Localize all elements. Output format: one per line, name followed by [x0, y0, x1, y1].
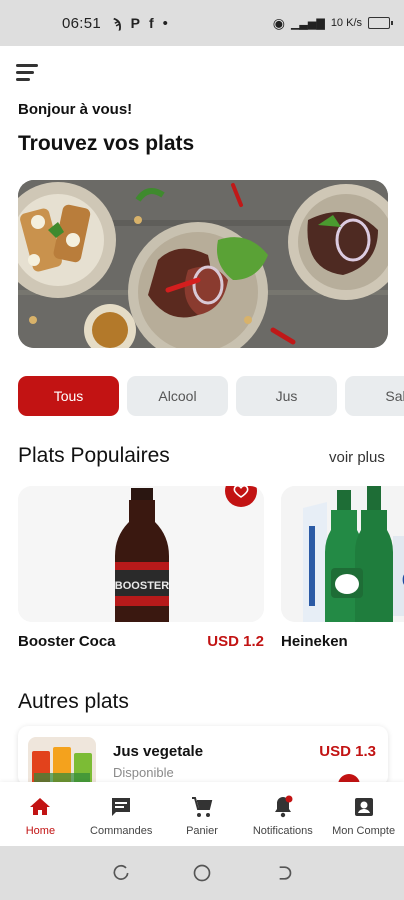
product-card-heineken[interactable]: 6 — [281, 486, 404, 622]
list-item-jus-vegetale[interactable]: Jus vegetale Disponible USD 1.3 — [18, 726, 388, 786]
nav-mon-compte-label: Mon Compte — [332, 825, 396, 837]
product-price-booster: USD 1.2 — [207, 633, 264, 650]
popular-section-title: Plats Populaires — [18, 444, 170, 467]
product-name-booster: Booster Coca — [18, 633, 116, 650]
home-circle-icon[interactable] — [192, 863, 212, 883]
food-banner-illustration — [18, 180, 388, 348]
cart-icon — [191, 797, 213, 817]
list-item-name: Jus vegetale — [113, 743, 204, 760]
product-card-booster[interactable]: BOOSTER — [18, 486, 264, 622]
bolt-icon: ϡ — [113, 15, 122, 31]
nav-notifications-label: Notifications — [252, 825, 313, 837]
battery-icon — [368, 17, 393, 29]
back-icon[interactable] — [273, 863, 293, 883]
jus-vegetale-image — [28, 737, 96, 786]
menu-icon — [16, 64, 38, 67]
system-navigation-bar — [0, 846, 404, 900]
list-item-price: USD 1.3 — [319, 743, 376, 760]
nav-panier-label: Panier — [186, 825, 218, 837]
status-right: ◉ ▁▃▅▇ 10 K/s — [272, 14, 393, 32]
status-bar: 06:51 ϡ P f • ◉ ▁▃▅▇ 10 K/s — [0, 0, 404, 46]
see-more-link[interactable]: voir plus — [329, 449, 385, 466]
heart-icon — [233, 486, 249, 498]
nav-panier[interactable]: Panier — [162, 782, 243, 846]
hotspot-icon: ◉ — [272, 14, 285, 31]
facebook-icon: f — [148, 15, 154, 31]
page-title: Trouvez vos plats — [18, 132, 195, 155]
nav-home-label: Home — [25, 825, 56, 837]
signal-icon: ▁▃▅▇ — [290, 17, 325, 30]
availability-status: Disponible — [113, 765, 174, 780]
category-chip-alcool[interactable]: Alcool — [127, 376, 228, 416]
greeting: Bonjour à vous! — [18, 101, 133, 118]
promo-banner-image[interactable] — [18, 180, 388, 348]
menu-button[interactable] — [16, 64, 40, 82]
nav-notifications[interactable]: Notifications — [242, 782, 323, 846]
dot-icon: • — [162, 14, 168, 32]
network-speed: 10 K/s — [330, 17, 362, 29]
home-icon — [30, 798, 51, 815]
status-time: 06:51 — [62, 14, 102, 32]
product-name-heineken: Heineken — [281, 633, 348, 650]
recent-apps-icon[interactable] — [111, 863, 131, 883]
nav-mon-compte[interactable]: Mon Compte — [323, 782, 404, 846]
juice-glasses-illustration — [28, 737, 96, 786]
chat-icon — [112, 798, 131, 816]
other-section-title: Autres plats — [18, 690, 129, 713]
booster-bottle-image: BOOSTER — [18, 486, 264, 622]
heineken-pack-image: 6 — [281, 486, 404, 622]
category-chip-tous[interactable]: Tous — [18, 376, 119, 416]
category-chip-jus[interactable]: Jus — [236, 376, 337, 416]
bottle-label-text: BOOSTER — [115, 580, 169, 592]
pinterest-icon: P — [130, 15, 140, 31]
category-filter: Tous Alcool Jus Sal — [18, 376, 404, 416]
nav-commandes-label: Commandes — [90, 825, 153, 837]
nav-home[interactable]: Home — [0, 782, 81, 846]
status-app-icons: ϡ P f • — [113, 15, 168, 32]
account-icon — [354, 798, 373, 816]
bottom-navigation: Home Commandes Panier Notifications Mon … — [0, 782, 404, 846]
bell-icon — [274, 795, 293, 818]
nav-commandes[interactable]: Commandes — [81, 782, 162, 846]
category-chip-sal[interactable]: Sal — [345, 376, 404, 416]
